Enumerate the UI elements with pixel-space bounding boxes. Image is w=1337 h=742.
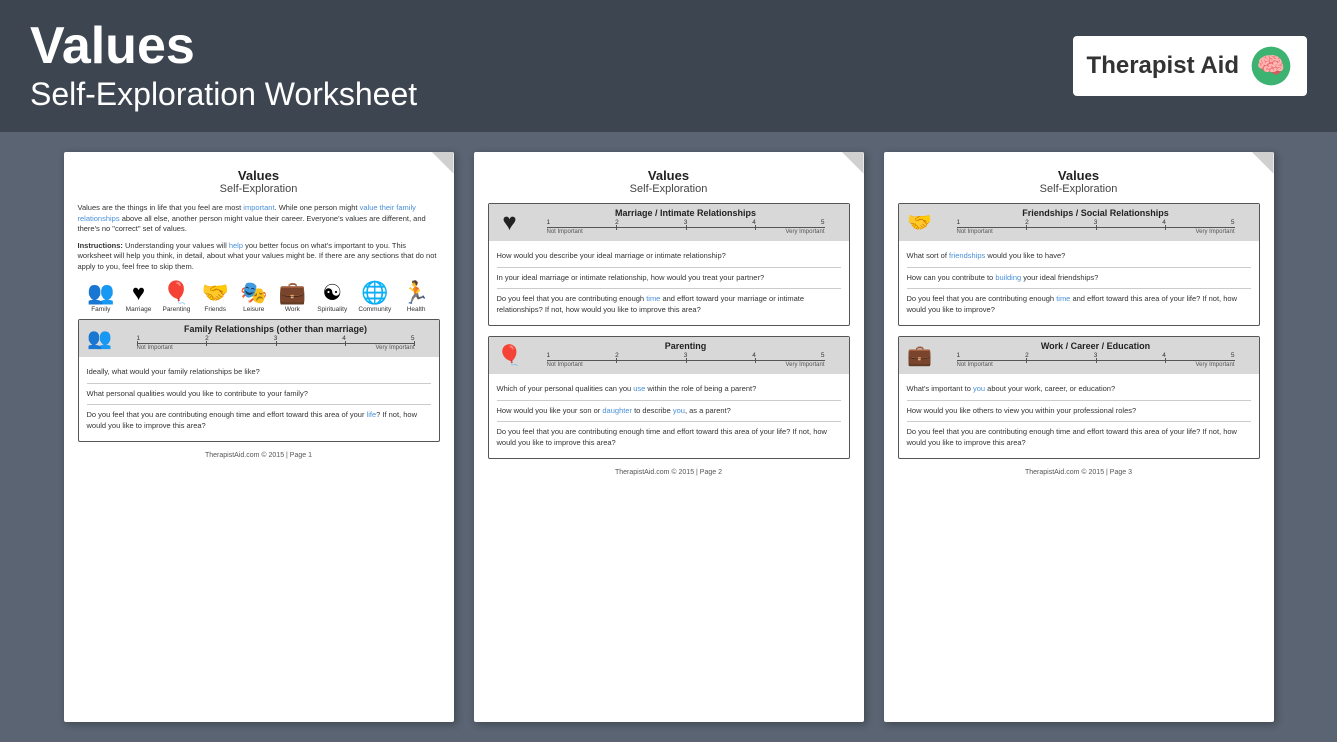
work-section-body: What's important to you about your work,… [899,374,1259,458]
work-section-title: Work / Career / Education [941,341,1251,351]
page2-footer: TherapistAid.com © 2015 | Page 2 [488,469,850,476]
work-q3: Do you feel that you are contributing en… [907,422,1251,453]
family-q1: Ideally, what would your family relation… [87,362,431,384]
header: Values Self-Exploration Worksheet Therap… [0,0,1337,132]
marriage-scale: 12345 Not Important Very Important [531,218,841,237]
family-section-header: 👥 Family Relationships (other than marri… [79,320,439,357]
svg-text:🧠: 🧠 [1257,52,1285,78]
family-scale: 1 2 3 4 5 Not Important [121,334,431,353]
friendships-icon: 🤝 [907,210,933,235]
sub-title: Self-Exploration Worksheet [30,75,417,113]
pages-container: Values Self-Exploration Values are the t… [0,132,1337,742]
family-section-body: Ideally, what would your family relation… [79,357,439,441]
friendships-header-text: Friendships / Social Relationships 12345… [941,208,1251,237]
parenting-q3: Do you feel that you are contributing en… [497,422,841,453]
work-q2: How would you like others to view you wi… [907,401,1251,423]
main-title: Values [30,18,417,75]
parenting-section-body: Which of your personal qualities can you… [489,374,849,458]
page3-footer: TherapistAid.com © 2015 | Page 3 [898,469,1260,476]
instructions-text: Instructions: Understanding your values … [78,241,440,273]
brain-icon: 🧠 [1249,44,1293,88]
icon-friends: 🤝 Friends [201,282,228,313]
icon-health: 🏃 Health [402,282,429,313]
marriage-icon: ♥ [497,209,523,237]
marriage-q3: Do you feel that you are contributing en… [497,289,841,320]
parenting-section-header: 🎈 Parenting 12345 Not Important [489,337,849,374]
work-scale: 12345 Not Important Very Important [941,351,1251,370]
icon-spirituality: ☯ Spirituality [317,282,347,313]
work-section-header: 💼 Work / Career / Education 12345 [899,337,1259,374]
page2-title: Values [488,168,850,184]
friendships-scale: 12345 Not Important Very Important [941,218,1251,237]
marriage-header-text: Marriage / Intimate Relationships 12345 … [531,208,841,237]
work-icon: 💼 [907,343,933,368]
friendships-section-header: 🤝 Friendships / Social Relationships 123… [899,204,1259,241]
brand-name: Therapist Aid [1087,52,1239,80]
parenting-section-title: Parenting [531,341,841,351]
work-section: 💼 Work / Career / Education 12345 [898,336,1260,459]
friendships-section: 🤝 Friendships / Social Relationships 123… [898,203,1260,326]
parenting-header-text: Parenting 12345 Not Important Very Im [531,341,841,370]
family-q2: What personal qualities would you like t… [87,384,431,406]
parenting-icon: 🎈 [497,343,523,368]
icon-parenting: 🎈 Parenting [162,282,190,313]
marriage-section-title: Marriage / Intimate Relationships [531,208,841,218]
icon-community: 🌐 Community [358,282,391,313]
icon-leisure: 🎭 Leisure [240,282,267,313]
intro-text: Values are the things in life that you f… [78,203,440,235]
family-header-text: Family Relationships (other than marriag… [121,324,431,353]
friendships-section-title: Friendships / Social Relationships [941,208,1251,218]
page2-subtitle: Self-Exploration [488,183,850,195]
family-section: 👥 Family Relationships (other than marri… [78,319,440,442]
page-1: Values Self-Exploration Values are the t… [64,152,454,722]
friendships-q2: How can you contribute to building your … [907,268,1251,290]
page1-footer: TherapistAid.com © 2015 | Page 1 [78,452,440,459]
icon-marriage: ♥ Marriage [126,282,152,313]
page-3: Values Self-Exploration 🤝 Friendships / … [884,152,1274,722]
parenting-scale: 12345 Not Important Very Important [531,351,841,370]
header-title-block: Values Self-Exploration Worksheet [30,18,417,114]
family-q3: Do you feel that you are contributing en… [87,405,431,436]
marriage-section-header: ♥ Marriage / Intimate Relationships 1234… [489,204,849,241]
icon-family: 👥 Family [87,282,114,313]
brand-box: Therapist Aid 🧠 [1073,36,1307,96]
friendships-q1: What sort of friendships would you like … [907,246,1251,268]
work-q1: What's important to you about your work,… [907,379,1251,401]
page-2: Values Self-Exploration ♥ Marriage / Int… [474,152,864,722]
family-section-title: Family Relationships (other than marriag… [121,324,431,334]
marriage-section: ♥ Marriage / Intimate Relationships 1234… [488,203,850,326]
work-header-text: Work / Career / Education 12345 Not Impo… [941,341,1251,370]
friendships-q3: Do you feel that you are contributing en… [907,289,1251,320]
page3-title: Values [898,168,1260,184]
page3-subtitle: Self-Exploration [898,183,1260,195]
page1-subtitle: Self-Exploration [78,183,440,195]
page1-title: Values [78,168,440,184]
family-icon: 👥 [87,326,113,351]
marriage-q2: In your ideal marriage or intimate relat… [497,268,841,290]
icon-work: 💼 Work [279,282,306,313]
friendships-section-body: What sort of friendships would you like … [899,241,1259,325]
parenting-q2: How would you like your son or daughter … [497,401,841,423]
marriage-section-body: How would you describe your ideal marria… [489,241,849,325]
parenting-section: 🎈 Parenting 12345 Not Important [488,336,850,459]
marriage-q1: How would you describe your ideal marria… [497,246,841,268]
parenting-q1: Which of your personal qualities can you… [497,379,841,401]
icons-row: 👥 Family ♥ Marriage 🎈 Parenting 🤝 Friend… [78,282,440,313]
